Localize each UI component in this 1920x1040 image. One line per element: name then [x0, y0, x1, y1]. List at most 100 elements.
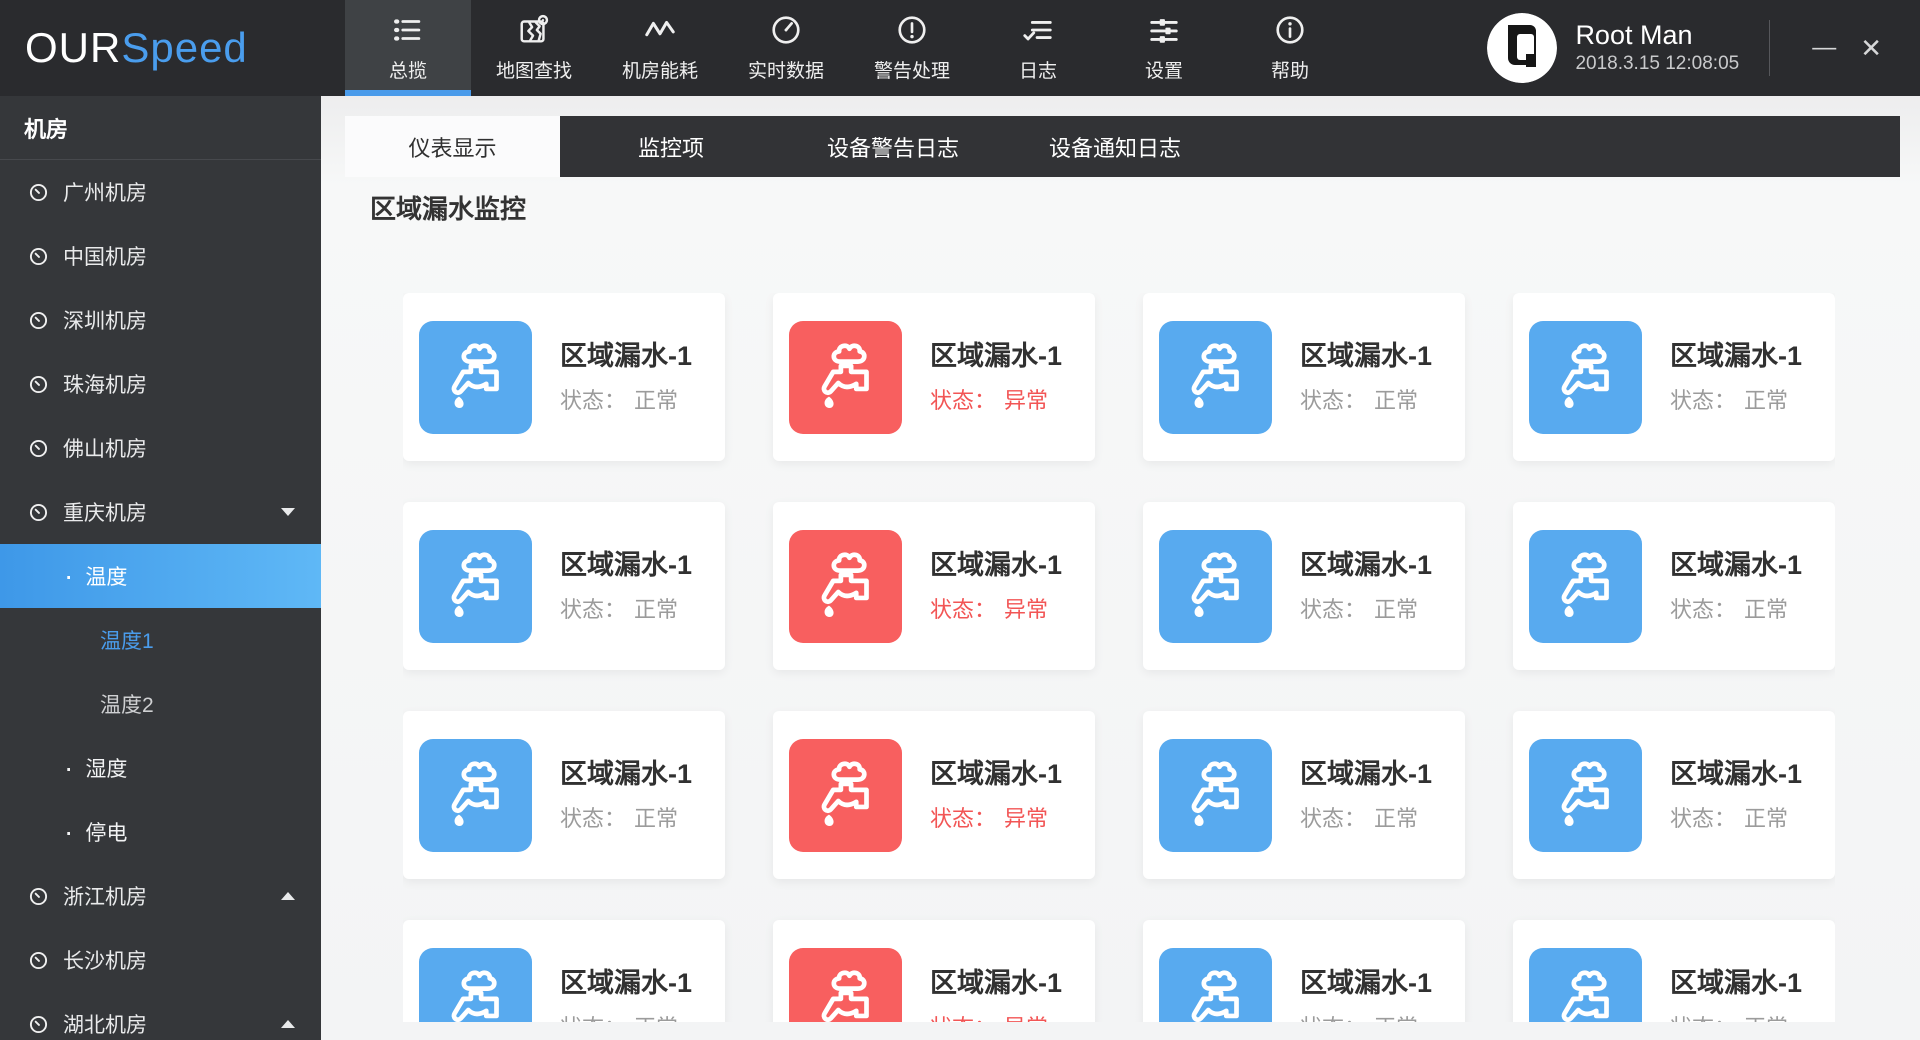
sidebar-item-guangzhou[interactable]: 广州机房 — [0, 160, 321, 224]
device-status: 状态：正常 — [1670, 597, 1789, 622]
sidebar-item-chongqing[interactable]: 重庆机房 — [0, 480, 321, 544]
device-status: 状态：异常 — [930, 597, 1049, 622]
device-status: 状态：异常 — [930, 806, 1049, 831]
device-card[interactable]: 区域漏水-1 状态：正常 — [403, 502, 725, 670]
device-card[interactable]: 区域漏水-1 状态：正常 — [1513, 920, 1835, 1022]
topnav-item-alert-handling[interactable]: 警告处理 — [849, 0, 975, 96]
topbar-right: Root Man 2018.3.15 12:08:05 — ✕ — [1487, 0, 1920, 96]
tab-bar: 仪表显示 监控项 设备警告日志 设备通知日志 — [345, 116, 1900, 177]
faucet-icon — [419, 320, 532, 434]
device-status: 状态：异常 — [930, 388, 1049, 413]
device-status: 状态：正常 — [560, 388, 679, 413]
sidebar-item-shidu[interactable]: 湿度 — [0, 736, 321, 800]
faucet-icon — [1159, 738, 1272, 852]
gauge-icon — [29, 503, 48, 522]
faucet-icon — [789, 320, 902, 434]
brand-prefix: OUR — [25, 24, 122, 71]
device-status: 状态：正常 — [560, 597, 679, 622]
device-status: 状态：正常 — [1300, 806, 1419, 831]
device-card[interactable]: 区域漏水-1 状态：异常 — [773, 502, 1095, 670]
faucet-icon — [1529, 738, 1642, 852]
window-divider — [1769, 20, 1771, 76]
device-title: 区域漏水-1 — [1670, 341, 1803, 371]
sidebar-item-hubei[interactable]: 湖北机房 — [0, 992, 321, 1040]
faucet-icon — [789, 738, 902, 852]
tab-monitor-item[interactable]: 监控项 — [560, 116, 782, 177]
device-card[interactable]: 区域漏水-1 状态：正常 — [1143, 920, 1465, 1022]
page-title: 区域漏水监控 — [370, 194, 527, 224]
sidebar-item-zhejiang[interactable]: 浙江机房 — [0, 864, 321, 928]
device-card[interactable]: 区域漏水-1 状态：异常 — [773, 920, 1095, 1022]
device-title: 区域漏水-1 — [930, 759, 1063, 789]
device-title: 区域漏水-1 — [1300, 759, 1433, 789]
device-status: 状态：正常 — [1670, 388, 1789, 413]
sidebar-item-wendu2[interactable]: 温度2 — [0, 672, 321, 736]
faucet-icon — [1159, 529, 1272, 643]
device-card[interactable]: 区域漏水-1 状态：正常 — [403, 293, 725, 461]
device-card[interactable]: 区域漏水-1 状态：正常 — [403, 920, 725, 1022]
gauge-icon — [29, 439, 48, 458]
topnav-item-help[interactable]: 帮助 — [1227, 0, 1353, 96]
gauge-icon — [29, 375, 48, 394]
device-card[interactable]: 区域漏水-1 状态：正常 — [1143, 293, 1465, 461]
faucet-icon — [419, 947, 532, 1022]
topnav-item-map-search[interactable]: 地图查找 — [471, 0, 597, 96]
faucet-icon — [1159, 947, 1272, 1022]
minimize-button[interactable]: — — [1800, 30, 1848, 66]
gauge-icon — [29, 1015, 48, 1034]
device-status: 状态：正常 — [1670, 1010, 1802, 1022]
sidebar-item-shenzhen[interactable]: 深圳机房 — [0, 288, 321, 352]
device-card[interactable]: 区域漏水-1 状态：正常 — [1513, 711, 1835, 879]
map-icon — [517, 13, 551, 47]
device-card[interactable]: 区域漏水-1 状态：正常 — [403, 711, 725, 879]
sidebar-item-tingdian[interactable]: 停电 — [0, 800, 321, 864]
topnav-item-logs[interactable]: 日志 — [975, 0, 1101, 96]
brand-logo: OUR Speed — [0, 0, 345, 96]
sidebar-item-foshan[interactable]: 佛山机房 — [0, 416, 321, 480]
faucet-icon — [1529, 320, 1642, 434]
faucet-icon — [1529, 529, 1642, 643]
gauge-icon — [29, 183, 48, 202]
device-title: 区域漏水-1 — [930, 341, 1063, 371]
faucet-icon — [1529, 947, 1642, 1022]
gauge-icon — [29, 247, 48, 266]
sidebar-item-wendu1[interactable]: 温度1 — [0, 608, 321, 672]
settings-icon — [1147, 13, 1181, 47]
gauge-icon — [769, 13, 803, 47]
device-title: 区域漏水-1 — [930, 550, 1063, 580]
close-button[interactable]: ✕ — [1848, 29, 1894, 67]
sidebar: 机房 广州机房 中国机房 深圳机房 珠海机房 佛山机房 重庆机房 温度 温度1 … — [0, 96, 321, 1040]
sidebar-header: 机房 — [0, 96, 321, 160]
caret-up-icon — [281, 892, 295, 900]
device-card[interactable]: 区域漏水-1 状态：异常 — [773, 293, 1095, 461]
device-title: 区域漏水-1 — [1300, 550, 1433, 580]
faucet-icon — [789, 529, 902, 643]
tab-notify-log[interactable]: 设备通知日志 — [1004, 116, 1226, 177]
user-name: Root Man — [1575, 20, 1693, 50]
faucet-icon — [789, 947, 902, 1022]
topnav-item-overview[interactable]: 总揽 — [345, 0, 471, 96]
device-card[interactable]: 区域漏水-1 状态：异常 — [773, 711, 1095, 879]
tab-alarm-log[interactable]: 设备警告日志 — [782, 116, 1004, 177]
sidebar-item-zhongguo[interactable]: 中国机房 — [0, 224, 321, 288]
device-card[interactable]: 区域漏水-1 状态：正常 — [1513, 502, 1835, 670]
device-title: 区域漏水-1 — [560, 341, 693, 371]
sidebar-item-wendu[interactable]: 温度 — [0, 544, 321, 608]
tab-dashboard[interactable]: 仪表显示 — [345, 116, 560, 177]
brand-suffix: Speed — [121, 24, 248, 71]
device-status: 状态：正常 — [560, 806, 679, 831]
faucet-icon — [419, 738, 532, 852]
device-card[interactable]: 区域漏水-1 状态：正常 — [1513, 293, 1835, 461]
device-status: 状态：正常 — [1300, 388, 1419, 413]
topnav-item-settings[interactable]: 设置 — [1101, 0, 1227, 96]
topbar: OUR Speed 总揽 地图查找 机房能耗 实时数据 警告处理 日志 设置 帮助… — [0, 0, 1920, 96]
device-title: 区域漏水-1 — [560, 759, 693, 789]
topnav-item-room-energy[interactable]: 机房能耗 — [597, 0, 723, 96]
avatar[interactable] — [1487, 13, 1558, 83]
topnav-item-realtime-data[interactable]: 实时数据 — [723, 0, 849, 96]
caret-up-icon — [281, 1020, 295, 1028]
device-card[interactable]: 区域漏水-1 状态：正常 — [1143, 711, 1465, 879]
sidebar-item-changsha[interactable]: 长沙机房 — [0, 928, 321, 992]
device-card[interactable]: 区域漏水-1 状态：正常 — [1143, 502, 1465, 670]
sidebar-item-zhuhai[interactable]: 珠海机房 — [0, 352, 321, 416]
